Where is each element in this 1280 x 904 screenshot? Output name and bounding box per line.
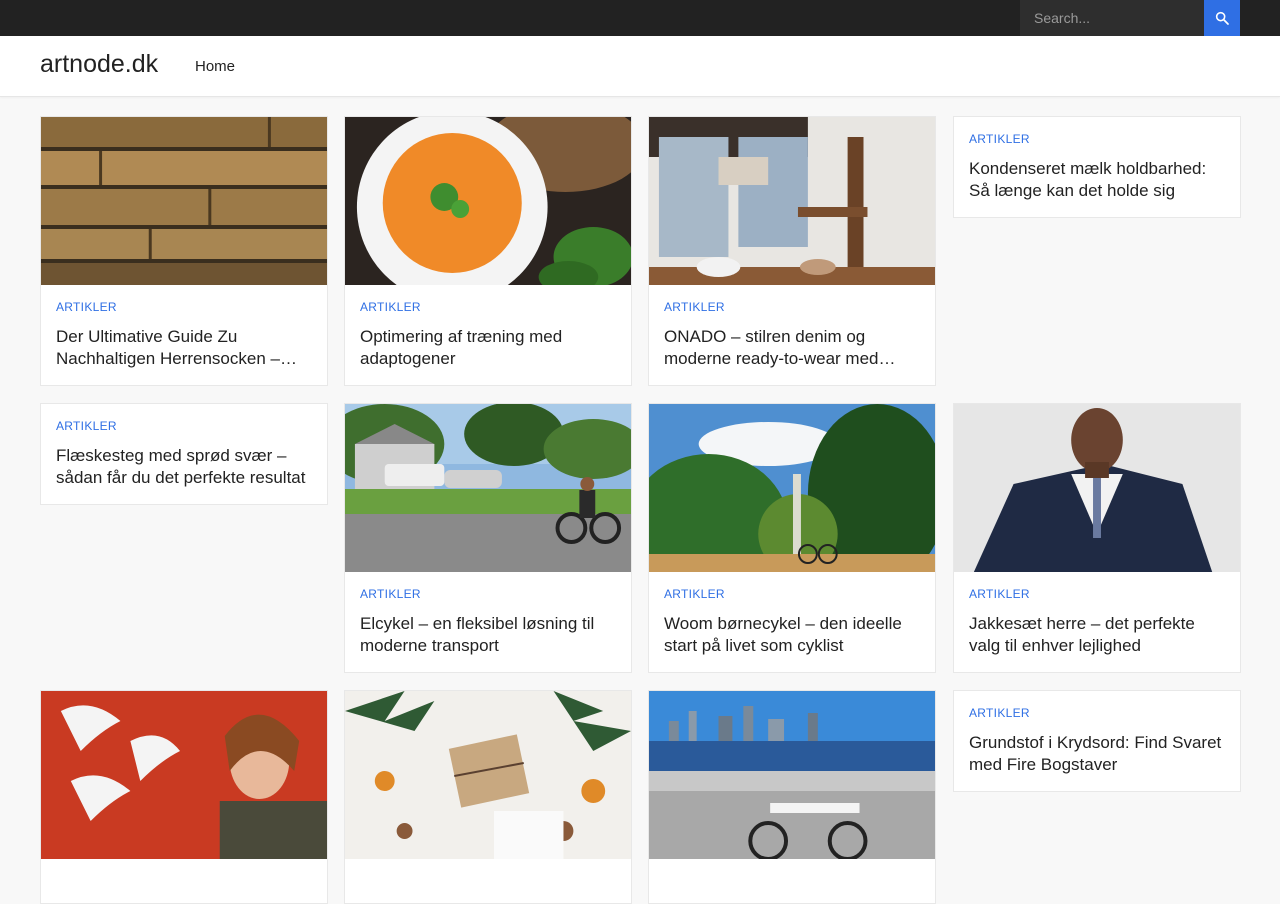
nav-item-home[interactable]: Home (195, 58, 235, 75)
post-category-link[interactable]: ARTIKLER (56, 300, 312, 314)
post-title-link[interactable]: Woom børnecykel – den ideelle start på l… (664, 613, 920, 657)
post-category-link[interactable]: ARTIKLER (969, 132, 1225, 146)
post-title-link[interactable]: Elcykel – en fleksibel løsning til moder… (360, 613, 616, 657)
post-category-link[interactable]: ARTIKLER (56, 419, 312, 433)
post-category-link[interactable]: ARTIKLER (969, 706, 1225, 720)
post-thumbnail-christmas[interactable] (345, 691, 631, 859)
post-title-link[interactable]: Flæskesteg med sprød svær – sådan får du… (56, 445, 312, 489)
search-form (1020, 0, 1240, 36)
post-thumbnail-suit[interactable] (954, 404, 1240, 572)
post-card: ARTIKLER Optimering af træning med adapt… (344, 116, 632, 386)
post-title-link[interactable]: Grundstof i Krydsord: Find Svaret med Fi… (969, 732, 1225, 776)
site-header: artnode.dk Home (0, 36, 1280, 97)
post-category-placeholder (664, 874, 920, 888)
post-title-link[interactable]: Kondenseret mælk holdbarhed: Så længe ka… (969, 158, 1225, 202)
post-card: ARTIKLER ONADO – stilren denim og modern… (648, 116, 936, 386)
search-input[interactable] (1020, 0, 1204, 36)
search-button[interactable] (1204, 0, 1240, 36)
search-icon (1215, 11, 1229, 25)
post-card: ARTIKLER Flæskesteg med sprød svær – såd… (40, 403, 328, 505)
post-thumbnail-kids-bike[interactable] (649, 404, 935, 572)
post-thumbnail-bamboo[interactable] (41, 117, 327, 285)
post-title-link[interactable]: Optimering af træning med adaptogener (360, 326, 616, 370)
post-thumbnail-soup[interactable] (345, 117, 631, 285)
post-card (648, 690, 936, 904)
post-card: ARTIKLER Kondenseret mælk holdbarhed: Så… (953, 116, 1241, 218)
post-card: ARTIKLER Grundstof i Krydsord: Find Svar… (953, 690, 1241, 792)
post-thumbnail-denim[interactable] (649, 117, 935, 285)
post-category-link[interactable]: ARTIKLER (969, 587, 1225, 601)
top-bar (0, 0, 1280, 36)
post-card: ARTIKLER Der Ultimative Guide Zu Nachhal… (40, 116, 328, 386)
post-card (344, 690, 632, 904)
post-category-link[interactable]: ARTIKLER (664, 587, 920, 601)
site-title-link[interactable]: artnode.dk (40, 50, 158, 79)
post-category-link[interactable]: ARTIKLER (360, 587, 616, 601)
post-category-link[interactable]: ARTIKLER (664, 300, 920, 314)
post-title-link[interactable]: Der Ultimative Guide Zu Nachhaltigen Her… (56, 326, 312, 370)
post-card: ARTIKLER Elcykel – en fleksibel løsning … (344, 403, 632, 673)
post-category-placeholder (360, 874, 616, 888)
post-category-link[interactable]: ARTIKLER (360, 300, 616, 314)
post-card (40, 690, 328, 904)
post-card: ARTIKLER Jakkesæt herre – det perfekte v… (953, 403, 1241, 673)
post-thumbnail-painting[interactable] (41, 691, 327, 859)
post-thumbnail-city-bike[interactable] (649, 691, 935, 859)
post-thumbnail-ebike[interactable] (345, 404, 631, 572)
post-title-link[interactable]: Jakkesæt herre – det perfekte valg til e… (969, 613, 1225, 657)
post-category-placeholder (56, 874, 312, 888)
post-title-link[interactable]: ONADO – stilren denim og moderne ready-t… (664, 326, 920, 370)
post-card: ARTIKLER Woom børnecykel – den ideelle s… (648, 403, 936, 673)
